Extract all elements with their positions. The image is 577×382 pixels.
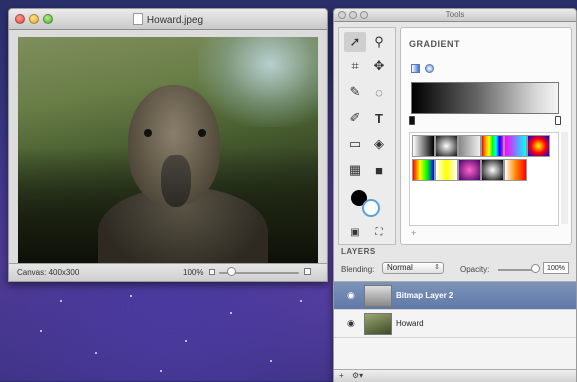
- star: [60, 300, 62, 302]
- star: [230, 312, 232, 314]
- blending-label: Blending:: [341, 265, 375, 274]
- layer-list: ◉ Bitmap Layer 2 ◉ Howard: [334, 281, 576, 370]
- star: [300, 300, 302, 302]
- arrow-select-icon[interactable]: ➚: [344, 32, 366, 52]
- gradient-swatch[interactable]: [412, 159, 435, 181]
- brush-icon[interactable]: ✎: [344, 82, 366, 102]
- opacity-field[interactable]: 100%: [543, 262, 569, 274]
- duck-eye: [144, 129, 152, 137]
- visibility-eye-icon[interactable]: ◉: [347, 318, 355, 329]
- gradient-swatch[interactable]: [458, 135, 481, 157]
- gradient-scrollbar[interactable]: [561, 132, 568, 224]
- layers-heading: LAYERS: [341, 247, 376, 256]
- canvas-size-label: Canvas: 400x300: [17, 268, 80, 277]
- duck-eye: [198, 129, 206, 137]
- layer-thumbnail: [364, 313, 392, 335]
- image-window-title: Howard.jpeg: [9, 13, 327, 26]
- layer-name: Howard: [396, 319, 424, 328]
- gradient-stop-left[interactable]: [409, 116, 415, 125]
- gradient-panel: GRADIENT +: [400, 27, 572, 245]
- tool-palette: ➚ ⚲ ⌗ ✥ ✎ ◌ ✐ T ▭ ◈ ▦ ■ ▣ ⛶: [338, 27, 396, 245]
- star: [185, 340, 187, 342]
- move-icon[interactable]: ✥: [368, 56, 390, 76]
- layer-row[interactable]: ◉ Howard: [334, 310, 576, 338]
- image-window-titlebar[interactable]: Howard.jpeg: [9, 9, 327, 30]
- eraser-icon[interactable]: ▭: [344, 134, 366, 154]
- visibility-eye-icon[interactable]: ◉: [347, 290, 355, 301]
- crop-icon[interactable]: ⌗: [344, 56, 366, 76]
- add-layer-button[interactable]: +: [339, 371, 344, 380]
- zoom-icon[interactable]: ⚲: [368, 32, 390, 52]
- layers-toolbar: + ⚙▾: [334, 369, 576, 382]
- blending-mode-value: Normal: [387, 263, 413, 272]
- gradient-preview-bar[interactable]: [411, 82, 559, 114]
- text-icon[interactable]: T: [368, 108, 390, 128]
- layer-row[interactable]: ◉ Bitmap Layer 2: [334, 282, 576, 310]
- star: [130, 295, 132, 297]
- image-window-title-text: Howard.jpeg: [146, 15, 204, 26]
- paint-bucket-icon[interactable]: ◈: [368, 134, 390, 154]
- gradient-swatch[interactable]: [435, 135, 458, 157]
- gradient-stop-right[interactable]: [555, 116, 561, 125]
- gradient-swatch[interactable]: [412, 135, 435, 157]
- eyedropper-icon[interactable]: ✐: [344, 108, 366, 128]
- opacity-label: Opacity:: [460, 265, 490, 274]
- gradient-swatch[interactable]: [504, 135, 527, 157]
- gradient-swatch[interactable]: [458, 159, 481, 181]
- image-status-bar: Canvas: 400x300 100%: [9, 263, 327, 281]
- radial-gradient-icon[interactable]: [425, 64, 434, 73]
- opacity-slider-knob[interactable]: [531, 264, 540, 273]
- star: [40, 330, 42, 332]
- zoom-out-icon[interactable]: [209, 269, 215, 275]
- blending-mode-select[interactable]: Normal ⇕: [382, 262, 444, 274]
- layer-thumbnail: [364, 285, 392, 307]
- add-gradient-button[interactable]: +: [411, 228, 416, 238]
- default-colors-icon[interactable]: ▣: [344, 222, 366, 242]
- star: [160, 370, 162, 372]
- gradient-swatch[interactable]: [481, 135, 504, 157]
- shape-icon[interactable]: ■: [368, 160, 390, 180]
- zoom-level[interactable]: 100%: [183, 268, 203, 277]
- gradient-swatch[interactable]: [481, 159, 504, 181]
- star: [95, 352, 97, 354]
- layer-options-gear-icon[interactable]: ⚙▾: [352, 371, 363, 380]
- tools-window-title: Tools: [445, 10, 465, 19]
- duck-bill: [161, 155, 191, 207]
- tools-window-titlebar[interactable]: Tools: [334, 9, 576, 22]
- gradient-swatch[interactable]: [504, 159, 527, 181]
- document-icon: [132, 13, 143, 25]
- image-window: Howard.jpeg Canvas: 400x300 100%: [8, 8, 328, 282]
- gradient-swatch[interactable]: [527, 135, 550, 157]
- gradient-swatches: [409, 132, 559, 226]
- tools-window: Tools ➚ ⚲ ⌗ ✥ ✎ ◌ ✐ T ▭ ◈ ▦ ■ ▣ ⛶ GRADIE…: [333, 8, 577, 382]
- gradient-tool-icon[interactable]: ▦: [344, 160, 366, 180]
- image-canvas[interactable]: [18, 37, 318, 265]
- photo-background-haze: [198, 37, 318, 127]
- star: [270, 360, 272, 362]
- lasso-icon[interactable]: ◌: [368, 82, 390, 102]
- zoom-in-icon[interactable]: [304, 268, 311, 275]
- gradient-swatch[interactable]: [435, 159, 458, 181]
- layer-name: Bitmap Layer 2: [396, 291, 454, 300]
- swap-colors-icon[interactable]: ⛶: [368, 222, 390, 242]
- zoom-slider-knob[interactable]: [227, 267, 236, 276]
- linear-gradient-icon[interactable]: [411, 64, 420, 73]
- color-wells-icon[interactable]: [348, 188, 384, 218]
- chevron-down-icon: ⇕: [434, 264, 440, 271]
- gradient-heading: GRADIENT: [409, 39, 460, 49]
